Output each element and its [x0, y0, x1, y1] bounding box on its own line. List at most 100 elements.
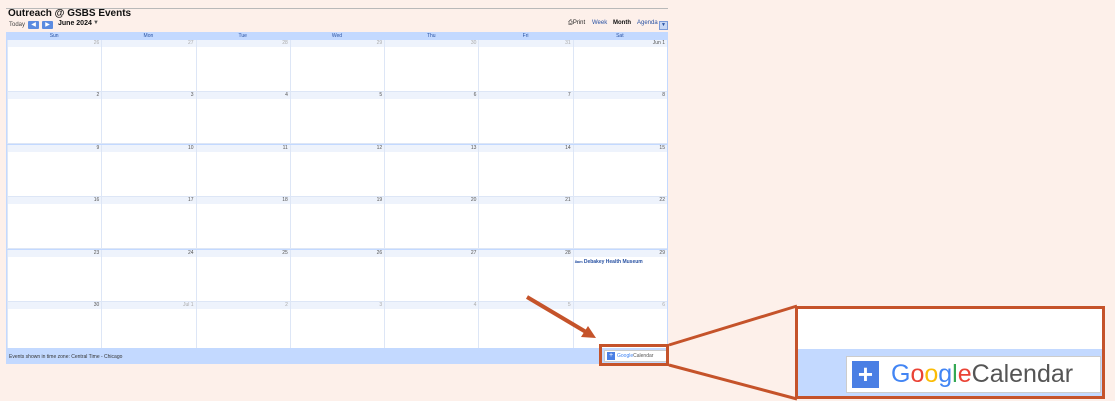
day-cell[interactable]: 3 [289, 302, 385, 354]
day-cell[interactable]: 29 8am Debakey Health Museum [572, 249, 667, 302]
day-cell[interactable]: 11 [195, 144, 290, 197]
day-number: 28 [282, 40, 288, 46]
print-button[interactable]: ⎙Print [568, 20, 585, 27]
day-cell[interactable]: 10 [101, 144, 196, 197]
day-number: 26 [376, 249, 383, 256]
title-divider [6, 8, 668, 9]
day-number-band: Jul 1 [102, 302, 196, 309]
day-number-band: 13 [385, 144, 479, 152]
day-cell[interactable]: 25 [195, 249, 290, 302]
event-chip[interactable]: 8am Debakey Health Museum [575, 259, 643, 265]
day-cell[interactable]: 14 [478, 144, 573, 197]
day-cell[interactable]: 2 [195, 302, 290, 354]
day-number-band: 20 [385, 197, 479, 205]
day-number: 16 [93, 197, 100, 204]
day-number: 27 [470, 249, 477, 256]
day-cell[interactable]: 22 [572, 197, 667, 250]
day-cell[interactable]: 4 [384, 302, 479, 354]
day-cell[interactable]: 13 [384, 144, 479, 197]
day-cell[interactable]: Jul 1 [101, 302, 196, 354]
day-cell[interactable]: 30 [7, 302, 102, 354]
today-button[interactable]: Today [9, 21, 25, 30]
day-of-week-header: Sun Mon Tue Wed Thu Fri Sat [7, 33, 667, 40]
day-number-band: 2 [196, 302, 290, 309]
day-of-week-sun: Sun [7, 33, 102, 40]
day-cell[interactable]: 28 [478, 249, 573, 302]
day-number-band: 27 [385, 249, 479, 257]
chevron-left-icon[interactable]: ◀ [28, 21, 39, 29]
day-number-band: 28 [479, 249, 573, 257]
calendar-embed: Outreach @ GSBS Events Today ◀ ▶ June 20… [6, 4, 668, 364]
day-cell[interactable]: 12 [289, 144, 385, 197]
day-number: 23 [93, 249, 100, 256]
day-cell[interactable]: 26 [289, 249, 385, 302]
day-number: 19 [376, 197, 383, 204]
day-cell[interactable]: 2 [7, 92, 102, 145]
day-cell[interactable]: 9 [7, 144, 102, 197]
day-of-week-mon: Mon [101, 33, 196, 40]
day-cell[interactable]: 17 [101, 197, 196, 250]
view-month-tab[interactable]: Month [613, 20, 631, 26]
day-cell[interactable]: Jun 1 [572, 40, 667, 92]
day-cell[interactable]: 27 [101, 40, 196, 92]
day-number-band: 26 [8, 40, 102, 47]
week-row: 23 24 25 26 27 28 29 8am Debakey Health Museum [7, 249, 667, 302]
day-cell[interactable]: 15 [572, 144, 667, 197]
day-cell[interactable]: 26 [7, 40, 102, 92]
day-cell[interactable]: 30 [384, 40, 479, 92]
day-number: 29 [376, 40, 383, 46]
day-number: 2 [285, 302, 288, 308]
day-number-band: 23 [8, 249, 102, 257]
day-cell[interactable]: 5 [478, 302, 573, 354]
timezone-note: Events shown in time zone: Central Time … [9, 354, 123, 360]
day-number-band: 24 [102, 249, 196, 257]
calendar-title: Outreach @ GSBS Events [8, 8, 132, 19]
day-number-band: 29 [290, 40, 385, 47]
view-dropdown-icon[interactable]: ▼ [659, 21, 668, 30]
day-number: 30 [470, 40, 477, 46]
event-time: 8am [574, 258, 584, 264]
zoom-connector-bottom [668, 363, 798, 401]
day-number: 20 [470, 197, 477, 204]
month-grid: Sun Mon Tue Wed Thu Fri Sat 26 27 28 29 30 31 Jun 12… [6, 32, 668, 354]
day-cell[interactable]: 18 [195, 197, 290, 250]
day-number: 15 [659, 144, 665, 151]
chevron-right-icon[interactable]: ▶ [42, 21, 53, 29]
day-number-band: 4 [196, 92, 290, 100]
day-number: 11 [282, 144, 288, 151]
event-title: Debakey Health Museum [583, 258, 643, 265]
zoomed-add-to-google-calendar-button[interactable]: + GoogleCalendar [846, 356, 1101, 393]
day-cell[interactable]: 28 [195, 40, 290, 92]
day-cell[interactable]: 3 [101, 92, 196, 145]
day-number-band: 25 [196, 249, 290, 257]
day-cell[interactable]: 7 [478, 92, 573, 145]
day-cell[interactable]: 27 [384, 249, 479, 302]
day-number: 5 [567, 302, 571, 308]
day-cell[interactable]: 20 [384, 197, 479, 250]
day-cell[interactable]: 23 [7, 249, 102, 302]
day-cell[interactable]: 29 [289, 40, 385, 92]
view-week-tab[interactable]: Week [592, 20, 607, 26]
day-cell[interactable]: 8 [572, 92, 667, 145]
google-calendar-logo: GoogleCalendar [891, 360, 1074, 388]
day-number-band: 30 [8, 302, 102, 309]
day-cell[interactable]: 31 [478, 40, 573, 92]
day-number: 24 [188, 249, 194, 256]
print-label: Print [572, 20, 586, 26]
day-cell[interactable]: 6 [384, 92, 479, 145]
chevron-down-icon[interactable]: ▼ [93, 20, 99, 26]
day-cell[interactable]: 24 [101, 249, 196, 302]
day-number: Jul 1 [183, 302, 194, 308]
view-agenda-tab[interactable]: Agenda [637, 20, 658, 26]
day-cell[interactable]: 21 [478, 197, 573, 250]
day-number: 25 [282, 249, 288, 256]
day-number-band: 8 [573, 92, 667, 100]
week-row: 30 Jul 1 2 3 4 5 6 [7, 302, 667, 354]
day-cell[interactable]: 16 [7, 197, 102, 250]
day-of-week-thu: Thu [384, 33, 479, 40]
day-cell[interactable]: 19 [289, 197, 385, 250]
day-cell[interactable]: 5 [289, 92, 385, 145]
day-cell[interactable]: 4 [195, 92, 290, 145]
day-number-band: 9 [8, 144, 102, 152]
day-of-week-wed: Wed [289, 33, 385, 40]
